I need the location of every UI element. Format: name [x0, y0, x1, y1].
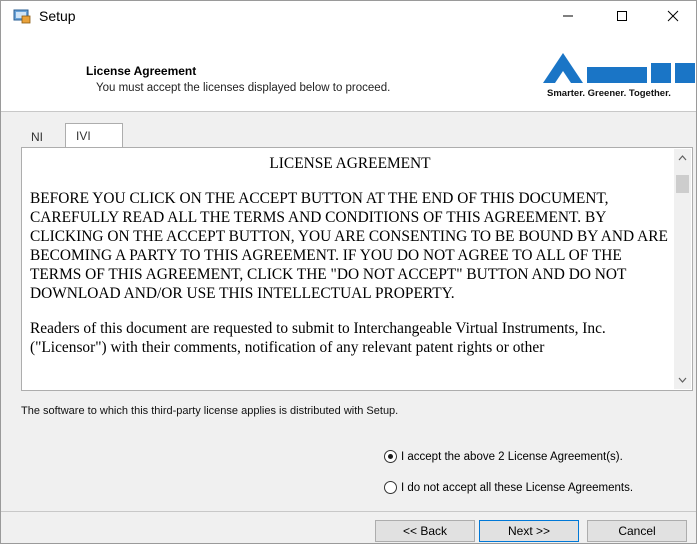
scroll-up-button[interactable] [674, 149, 691, 167]
back-button[interactable]: << Back [375, 520, 475, 542]
delta-logo: Smarter. Greener. Together. [541, 51, 696, 107]
tab-ivi[interactable]: IVI [65, 123, 123, 148]
scroll-thumb[interactable] [676, 175, 689, 193]
delta-logo-mark-icon [543, 53, 695, 83]
license-paragraph: BEFORE YOU CLICK ON THE ACCEPT BUTTON AT… [30, 190, 668, 302]
cancel-button[interactable]: Cancel [587, 520, 687, 542]
accept-option[interactable]: I accept the above 2 License Agreement(s… [384, 450, 623, 463]
license-document: LICENSE AGREEMENT BEFORE YOU CLICK ON TH… [30, 151, 670, 387]
license-heading: LICENSE AGREEMENT [269, 155, 431, 172]
minimize-button[interactable] [545, 1, 591, 31]
decline-radio[interactable] [384, 481, 397, 494]
footer-separator [1, 511, 696, 512]
window-title: Setup [39, 8, 76, 24]
page-title: License Agreement [86, 64, 197, 78]
decline-option[interactable]: I do not accept all these License Agreem… [384, 481, 633, 494]
header-panel: License Agreement You must accept the li… [1, 31, 696, 111]
setup-app-icon [13, 9, 31, 24]
setup-window: Setup License Agreement You must accept … [0, 0, 697, 544]
distribution-info-text: The software to which this third-party l… [21, 405, 399, 417]
chevron-down-icon [678, 377, 687, 383]
accept-label[interactable]: I accept the above 2 License Agreement(s… [401, 451, 623, 463]
scroll-down-button[interactable] [674, 371, 691, 389]
maximize-button[interactable] [599, 1, 645, 31]
title-bar[interactable]: Setup [1, 1, 696, 31]
tab-ni[interactable]: NI [21, 127, 71, 147]
logo-tagline: Smarter. Greener. Together. [547, 88, 671, 99]
header-separator [1, 111, 696, 112]
maximize-icon [617, 11, 627, 21]
page-subtitle: You must accept the licenses displayed b… [96, 82, 391, 94]
license-paragraph: Readers of this document are requested t… [30, 320, 606, 356]
decline-label[interactable]: I do not accept all these License Agreem… [401, 482, 633, 494]
accept-radio[interactable] [384, 450, 397, 463]
close-button[interactable] [650, 1, 696, 31]
next-button[interactable]: Next >> [479, 520, 579, 542]
chevron-up-icon [678, 155, 687, 161]
license-text-panel[interactable]: LICENSE AGREEMENT BEFORE YOU CLICK ON TH… [21, 147, 693, 391]
close-icon [667, 10, 679, 22]
minimize-icon [563, 15, 573, 17]
vertical-scrollbar[interactable] [674, 149, 691, 389]
